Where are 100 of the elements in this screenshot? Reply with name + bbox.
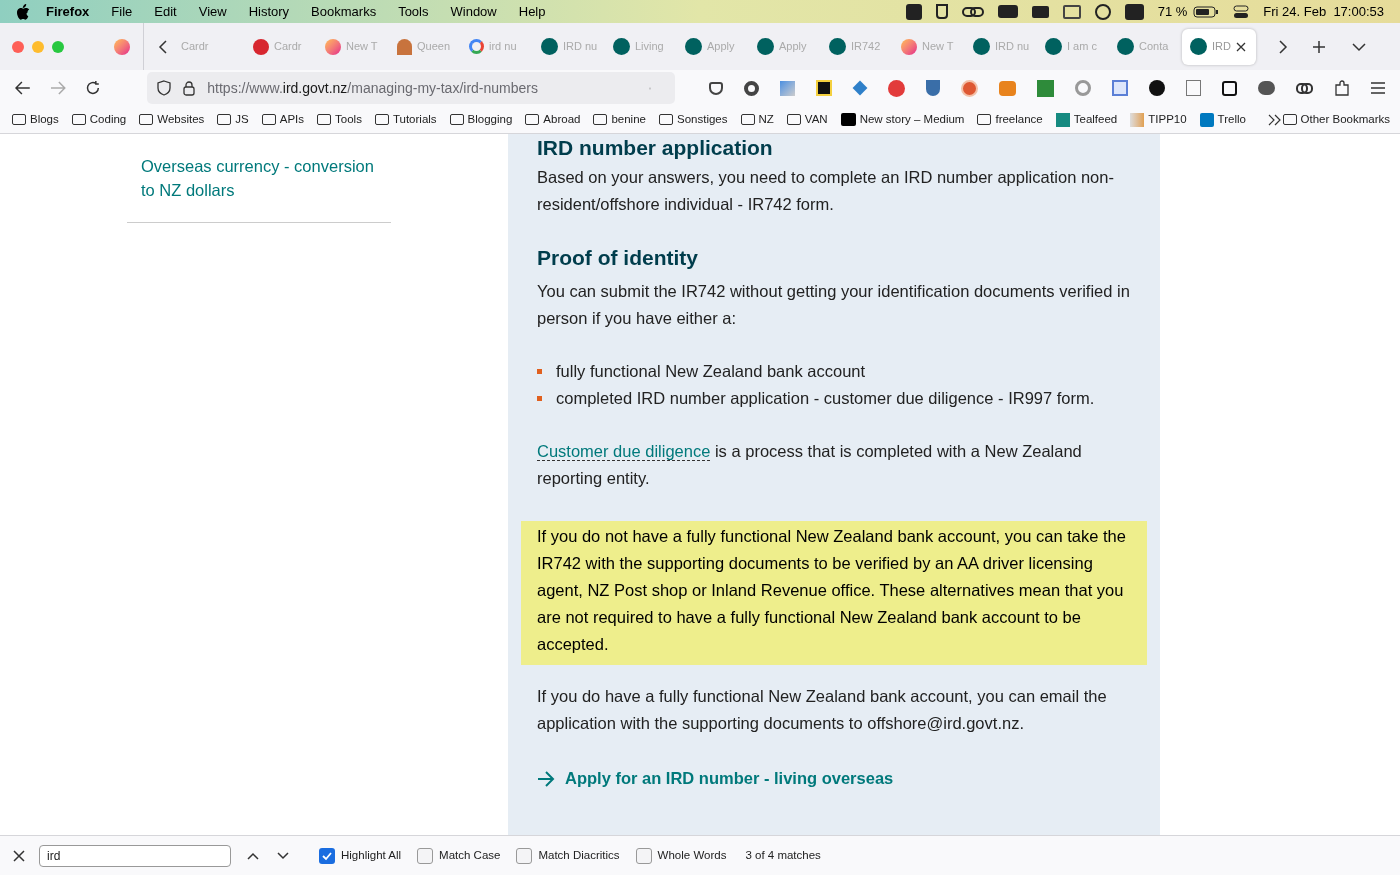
menu-item[interactable]: Bookmarks	[311, 1, 377, 22]
more-bookmarks-icon[interactable]	[1267, 113, 1282, 126]
bookmark[interactable]: Coding	[71, 110, 127, 129]
bookmark[interactable]: Tealfeed	[1055, 110, 1118, 129]
find-option[interactable]: Highlight All	[319, 846, 402, 865]
control-center-icon[interactable]	[1233, 4, 1250, 19]
find-option[interactable]: Match Case	[417, 846, 501, 865]
menu-icon[interactable]	[1371, 82, 1385, 94]
bookmark[interactable]: Tools	[317, 110, 362, 129]
find-field[interactable]: ird	[39, 844, 231, 867]
inline-link[interactable]: Customer due diligence	[537, 442, 711, 461]
bookmark[interactable]: APIs	[261, 110, 305, 129]
shield-icon[interactable]	[926, 80, 940, 96]
close-window-button[interactable]	[12, 40, 24, 53]
firefox-view-icon[interactable]	[113, 38, 130, 55]
bullet-icon	[537, 396, 542, 401]
list-item: completed IRD number application - customer due diligence - IR997 form.	[556, 388, 1095, 409]
page-heading: IRD number application	[537, 135, 774, 160]
bookmark[interactable]: Tutorials	[374, 110, 437, 129]
menu-item[interactable]: History	[248, 1, 290, 22]
new-tab-icon[interactable]	[1312, 39, 1326, 54]
folder-icon	[317, 114, 332, 125]
close-icon[interactable]	[13, 849, 25, 862]
menu-item[interactable]: Window	[450, 1, 497, 22]
list-item: fully functional New Zealand bank account	[556, 361, 866, 382]
bookmark[interactable]: JS	[217, 110, 249, 129]
bookmark[interactable]: New story – Medium	[840, 110, 965, 129]
document-icon[interactable]	[1186, 80, 1201, 96]
table-icon[interactable]	[1112, 80, 1128, 96]
board-icon	[1199, 112, 1214, 127]
checkbox[interactable]	[319, 847, 335, 864]
find-option[interactable]: Match Diacritics	[516, 846, 620, 865]
checkbox[interactable]	[417, 847, 434, 864]
bookmark[interactable]: Trello	[1199, 110, 1246, 129]
bookmark[interactable]: VAN	[786, 110, 828, 129]
shield-icon[interactable]	[157, 80, 172, 96]
folder-icon	[449, 114, 464, 125]
folder-icon	[261, 114, 276, 125]
apply-link[interactable]: Apply for an IRD number - living overseas	[537, 765, 1131, 792]
bookmark[interactable]: Websites	[139, 110, 205, 129]
apple-icon[interactable]	[16, 3, 30, 20]
folder-icon	[786, 114, 801, 125]
bookmark[interactable]: Blogs	[12, 110, 59, 129]
folder-icon	[977, 114, 992, 125]
folder-icon	[740, 114, 755, 125]
square-icon[interactable]	[816, 80, 832, 96]
battery-icon[interactable]	[1193, 5, 1220, 18]
folder-icon	[217, 114, 232, 125]
clock: Fri 24. Feb 17:00:53	[1263, 2, 1384, 21]
arrow-right-icon	[537, 770, 555, 787]
ring-icon[interactable]	[1075, 80, 1091, 96]
square-icon	[1055, 112, 1070, 127]
chevron-up-icon[interactable]	[247, 851, 259, 860]
highlighted-paragraph: If you do not have a fully functional New Zealand bank account, you can take the IR742 with the supporting documents to be verified by an AA driver licensing agent, NZ Post shop or Inland Revenue office. These alternatives mean that you are not required to have a fully functional New Zealand bank account to be accepted.	[521, 521, 1147, 665]
match-count: 3 of 4 matches	[745, 847, 821, 863]
chevron-down-icon[interactable]	[1352, 41, 1366, 52]
bullet-icon	[537, 369, 542, 374]
pocket-icon[interactable]	[709, 81, 723, 95]
bookmark[interactable]: Sonstiges	[659, 110, 728, 129]
menu-item[interactable]: Edit	[154, 1, 177, 22]
section-heading: Proof of identity	[537, 245, 699, 271]
bookmark[interactable]: Other Bookmarks	[1282, 110, 1390, 129]
paragraph: Based on your answers, you need to complete an IRD number application non-resident/offshore individual - IR742 form.	[537, 167, 1115, 215]
folder-icon	[1282, 114, 1297, 125]
cup-icon[interactable]	[935, 4, 948, 19]
scroll-left-icon[interactable]	[158, 39, 168, 54]
menu-item[interactable]: File	[111, 1, 133, 22]
close-icon[interactable]	[1235, 41, 1246, 52]
menu-item[interactable]: Help	[518, 1, 546, 22]
display-icon[interactable]	[1062, 4, 1081, 19]
back-icon[interactable]	[15, 81, 31, 95]
link-icon[interactable]	[961, 4, 984, 19]
menu-item[interactable]: Tools	[398, 1, 429, 22]
square-icon	[1130, 112, 1145, 127]
bookmark[interactable]: benine	[593, 110, 646, 129]
scroll-right-icon[interactable]	[1278, 39, 1288, 54]
folder-icon	[593, 114, 608, 125]
find-option[interactable]: Whole Words	[635, 846, 727, 865]
folder-icon	[659, 114, 673, 125]
bookmark[interactable]: Abroad	[525, 110, 581, 129]
address-bar[interactable]: https://www.ird.govt.nz/managing-my-tax/ird-numbers	[147, 72, 675, 104]
checkbox[interactable]	[635, 847, 652, 864]
bookmark-label: Other Bookmarks	[1300, 111, 1390, 127]
bookmark[interactable]: freelance	[977, 110, 1043, 129]
bookmark[interactable]: TIPP10	[1130, 110, 1187, 129]
app-menu[interactable]: Firefox	[46, 1, 90, 22]
bookmark[interactable]: NZ	[740, 110, 774, 129]
checkbox[interactable]	[516, 847, 533, 864]
folder-icon	[71, 114, 86, 125]
chevron-down-icon[interactable]	[277, 851, 289, 860]
paragraph: You can submit the IR742 without getting your identification documents verified in person if you have either a:	[537, 281, 1131, 329]
sidebar-link[interactable]: Overseas currency - conversion to NZ dollars	[141, 154, 391, 202]
puzzle-icon[interactable]	[1334, 79, 1350, 97]
lock-icon[interactable]	[183, 80, 196, 96]
url-text: https://www.ird.govt.nz/managing-my-tax/ird-numbers	[207, 78, 538, 98]
menu-item[interactable]: View	[198, 1, 227, 22]
bookmark[interactable]: Blogging	[449, 110, 513, 129]
folder-icon	[139, 114, 154, 125]
reload-icon[interactable]	[84, 80, 101, 96]
battery-percentage: 71 %	[1157, 2, 1188, 21]
